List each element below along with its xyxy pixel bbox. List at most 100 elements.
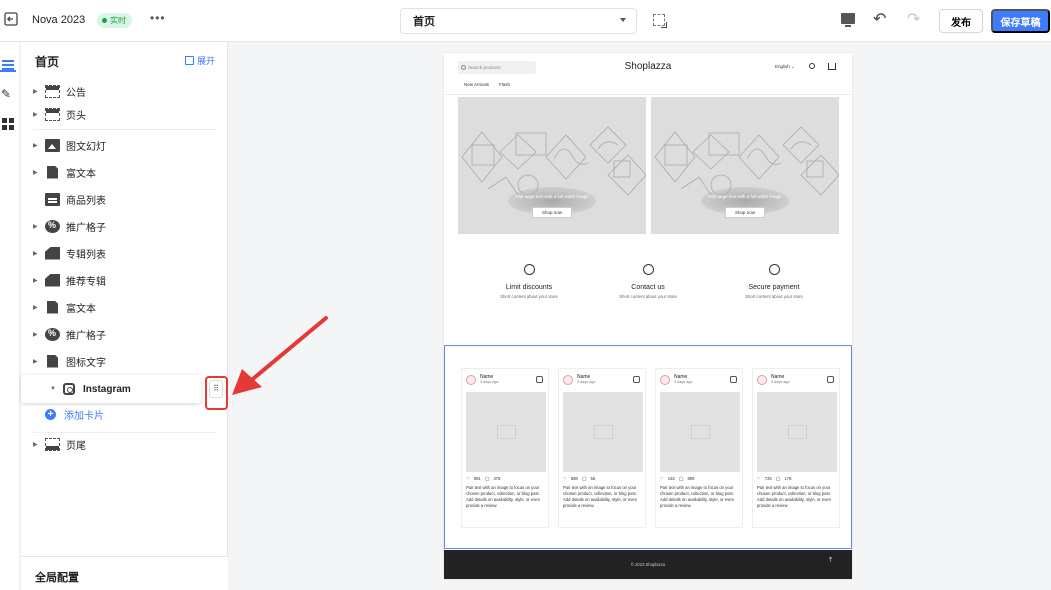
divider	[33, 129, 216, 130]
section-item-promo-grid[interactable]: ▶ 推广格子	[33, 325, 106, 343]
page-selector[interactable]: 首页	[400, 8, 637, 34]
section-item-featured-collection[interactable]: ▶ 推荐专辑	[33, 271, 106, 289]
back-to-top-icon[interactable]: ⤒	[829, 557, 832, 565]
feature-subtitle: Short content about your store	[745, 294, 803, 299]
caret-right-icon[interactable]: ▶	[33, 111, 41, 118]
header-icon	[45, 107, 60, 121]
section-item-rich-text[interactable]: ▶ 富文本	[33, 298, 96, 316]
divider	[444, 94, 852, 95]
post-date: 3 days ago	[577, 380, 596, 384]
sections-tab-icon[interactable]	[0, 58, 16, 72]
nav-link[interactable]: New Arrivals	[464, 82, 489, 87]
shop-now-button[interactable]: Shop now	[725, 207, 765, 218]
shop-now-button[interactable]: Shop now	[532, 207, 572, 218]
desktop-preview-icon[interactable]	[841, 13, 855, 27]
heart-icon: ♡	[757, 476, 761, 481]
likes-count: 688	[570, 476, 578, 481]
caret-right-icon[interactable]: ▶	[33, 223, 41, 230]
store-name: Nova 2023	[32, 14, 86, 26]
featured-collection-icon	[45, 273, 60, 287]
nav-link[interactable]: Flash	[499, 82, 510, 87]
plus-circle-icon: +	[45, 409, 56, 420]
section-item-collection-list[interactable]: ▶ 专辑列表	[33, 244, 106, 262]
language-label: English	[775, 64, 790, 69]
account-icon[interactable]	[809, 63, 815, 69]
instagram-icon	[63, 383, 75, 395]
section-item-icon-text[interactable]: ▶ 图标文字	[33, 352, 106, 370]
caret-right-icon[interactable]: ▶	[33, 441, 41, 448]
avatar	[466, 375, 476, 385]
section-item-product-list[interactable]: 商品列表	[33, 190, 106, 208]
divider	[33, 432, 216, 433]
exit-editor-icon[interactable]	[4, 12, 20, 28]
feature-subtitle: Short content about your store	[500, 294, 558, 299]
section-label: 页尾	[66, 440, 86, 452]
promo-grid-icon	[45, 327, 60, 341]
caret-right-icon[interactable]: ▶	[33, 88, 41, 95]
comments-count: 378	[493, 476, 501, 481]
caret-right-icon[interactable]: ▶	[33, 250, 41, 257]
caret-right-icon[interactable]: ▶	[33, 142, 41, 149]
section-item-announcement[interactable]: ▶ 公告	[33, 82, 86, 100]
section-item-slideshow[interactable]: ▶ 图文幻灯	[33, 136, 106, 154]
copyright-text: © 2023 Shoplazza	[630, 562, 666, 567]
product-list-icon	[45, 192, 60, 206]
more-options-button[interactable]: •••	[150, 11, 166, 25]
section-label: 推广格子	[66, 222, 106, 234]
section-item-header[interactable]: ▶ 页头	[33, 105, 86, 123]
instagram-post[interactable]: Name 3 days ago ♡ 163 ◯ 899 Pair text with …	[655, 368, 743, 528]
instagram-post[interactable]: Name 3 days ago ♡ 725 ◯ 178 Pair text with …	[752, 368, 840, 528]
global-settings[interactable]: 全局配置	[21, 556, 228, 590]
redo-icon[interactable]: ↷	[907, 9, 920, 29]
caret-right-icon[interactable]: ▶	[33, 169, 41, 176]
feature-limit-discounts: Limit discounts Short content about your…	[469, 264, 589, 299]
publish-button[interactable]: 发布	[939, 9, 983, 33]
live-status-badge: 实时	[97, 13, 132, 28]
instagram-item-content[interactable]: ▼ Instagram	[50, 380, 131, 398]
caret-right-icon[interactable]: ▶	[33, 331, 41, 338]
banner-caption: Pair large text with a full-width image	[708, 194, 782, 199]
language-selector[interactable]: English ⌄	[775, 64, 795, 70]
post-stats: ♡ 725 ◯ 178	[757, 476, 791, 481]
rich-text-icon	[47, 300, 58, 314]
caret-right-icon[interactable]: ▶	[33, 277, 41, 284]
instagram-section-preview[interactable]: Name 3 days ago ♡ 891 ◯ 378 Pair text with …	[444, 345, 852, 549]
caret-right-icon[interactable]: ▶	[33, 358, 41, 365]
instagram-post[interactable]: Name 3 days ago ♡ 688 ◯ 56 Pair text with a…	[558, 368, 646, 528]
cart-icon[interactable]	[828, 63, 836, 70]
section-item-footer[interactable]: ▶ 页尾	[33, 435, 86, 453]
add-card-button[interactable]: + 添加卡片	[45, 407, 104, 422]
post-text: Pair text with an image to focus on your…	[757, 485, 831, 509]
post-date: 3 days ago	[480, 380, 499, 384]
caret-down-icon[interactable]: ▼	[50, 386, 58, 392]
likes-count: 725	[764, 476, 772, 481]
annotation-arrow-icon	[232, 316, 328, 395]
panel-title: 首页	[35, 55, 60, 69]
announcement-bar-icon	[45, 84, 60, 98]
instagram-post[interactable]: Name 3 days ago ♡ 891 ◯ 378 Pair text with …	[461, 368, 549, 528]
image-placeholder-icon	[660, 392, 740, 472]
comments-count: 178	[784, 476, 792, 481]
post-text: Pair text with an image to focus on your…	[660, 485, 734, 509]
element-select-icon[interactable]	[653, 14, 667, 28]
section-item-rich-text[interactable]: ▶ 富文本	[33, 163, 96, 181]
feature-title: Limit discounts	[505, 284, 553, 291]
phone-icon	[642, 264, 654, 275]
shield-icon	[768, 264, 780, 275]
instagram-icon	[536, 376, 543, 383]
save-draft-button[interactable]: 保存草稿	[991, 9, 1050, 33]
banner-slide[interactable]: Pair large text with a full-width image …	[458, 97, 646, 234]
caret-right-icon[interactable]: ▶	[33, 304, 41, 311]
collection-list-icon	[45, 246, 60, 260]
section-item-promo-grid[interactable]: ▶ 推广格子	[33, 217, 106, 235]
store-footer: © 2023 Shoplazza ⤒	[444, 550, 852, 579]
undo-icon[interactable]: ↶	[873, 9, 886, 29]
comments-count: 899	[687, 476, 695, 481]
apps-icon[interactable]	[0, 116, 16, 130]
banner-slide[interactable]: Pair large text with a full-width image …	[651, 97, 839, 234]
comment-icon: ◯	[678, 476, 684, 481]
theme-style-icon[interactable]: ✎	[1, 87, 17, 101]
store-nav: New Arrivals Flash	[464, 82, 510, 87]
expand-all-button[interactable]: 展开	[185, 54, 215, 67]
section-label: 富文本	[66, 168, 96, 180]
